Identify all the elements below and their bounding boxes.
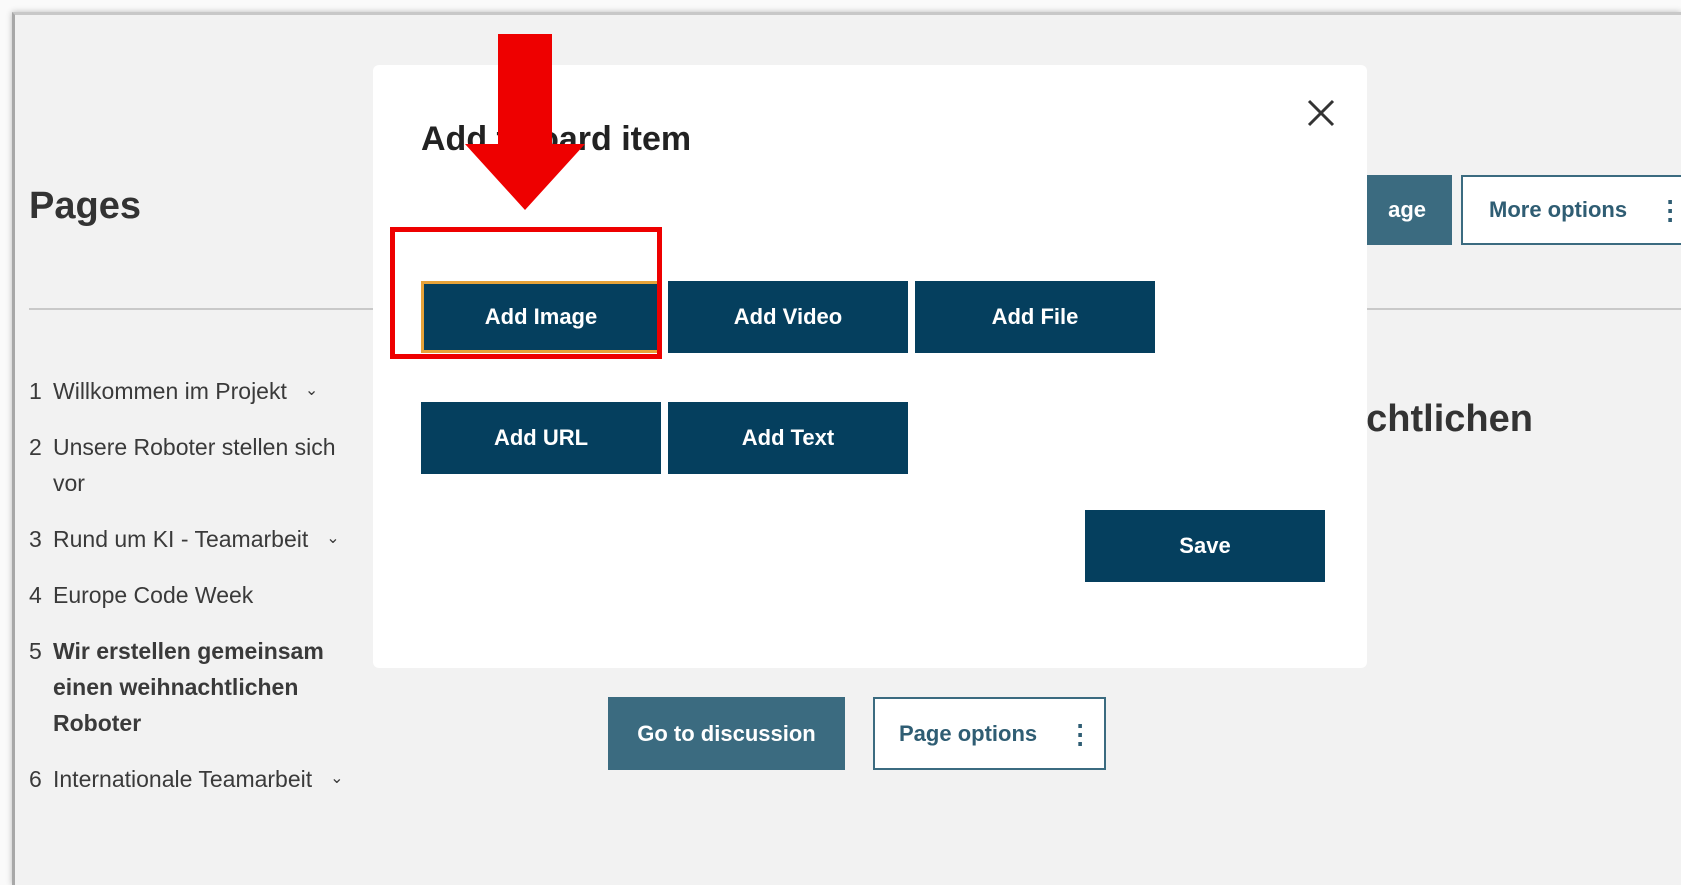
- pages-nav: 1 Willkommen im Projekt ⌄ 2 Unsere Robot…: [29, 373, 369, 817]
- page-options-label: Page options: [899, 720, 1038, 746]
- page-title: Pages: [29, 185, 141, 227]
- nav-number: 5: [29, 638, 42, 664]
- nav-item-5-active[interactable]: 5 Wir erstellen gemeinsam einen weihnach…: [29, 633, 369, 741]
- annotation-highlight-box: [390, 227, 662, 359]
- go-to-discussion-label: Go to discussion: [637, 720, 816, 746]
- nav-item-6[interactable]: 6 Internationale Teamarbeit ⌄: [29, 761, 369, 797]
- nav-label: Europe Code Week: [53, 582, 254, 608]
- nav-item-4[interactable]: 4 Europe Code Week: [29, 577, 369, 613]
- nav-label: Wir erstellen gemeinsam einen weihnachtl…: [53, 638, 324, 736]
- nav-label: Rund um KI - Teamarbeit: [53, 526, 309, 552]
- kebab-menu-icon: ⋮: [1067, 718, 1094, 749]
- go-to-discussion-button[interactable]: Go to discussion: [608, 697, 845, 770]
- chevron-down-icon[interactable]: ⌄: [330, 761, 343, 797]
- nav-label: Unsere Roboter stellen sich vor: [53, 434, 336, 496]
- page-options-button[interactable]: Page options ⋮: [873, 697, 1106, 770]
- chevron-down-icon[interactable]: ⌄: [326, 521, 339, 557]
- close-icon[interactable]: [1301, 93, 1341, 133]
- chevron-down-icon[interactable]: ⌄: [305, 373, 318, 409]
- save-button[interactable]: Save: [1085, 510, 1325, 582]
- nav-item-2[interactable]: 2 Unsere Roboter stellen sich vor: [29, 429, 369, 501]
- nav-item-3[interactable]: 3 Rund um KI - Teamarbeit ⌄: [29, 521, 369, 557]
- add-text-button[interactable]: Add Text: [668, 402, 908, 474]
- save-label: Save: [1179, 533, 1231, 558]
- screenshot-frame: Pages age More options ⋮ 1 Willkommen im…: [0, 0, 1681, 885]
- more-options-label: More options: [1489, 197, 1628, 222]
- nav-label: Internationale Teamarbeit: [53, 766, 313, 792]
- app-screen: Pages age More options ⋮ 1 Willkommen im…: [12, 12, 1681, 885]
- more-options-button[interactable]: More options ⋮: [1461, 175, 1681, 245]
- add-text-label: Add Text: [741, 425, 835, 450]
- page-heading: achtlichen: [1345, 398, 1533, 440]
- add-url-label: Add URL: [493, 425, 589, 450]
- nav-item-1[interactable]: 1 Willkommen im Projekt ⌄: [29, 373, 369, 409]
- add-file-button[interactable]: Add File: [915, 281, 1155, 353]
- nav-number: 6: [29, 766, 42, 792]
- nav-label: Willkommen im Projekt: [53, 378, 287, 404]
- add-file-label: Add File: [991, 304, 1079, 329]
- annotation-arrow-icon: [465, 34, 585, 210]
- nav-number: 3: [29, 526, 42, 552]
- add-video-button[interactable]: Add Video: [668, 281, 908, 353]
- kebab-menu-icon: ⋮: [1657, 195, 1681, 225]
- new-page-button-label: age: [1388, 197, 1426, 222]
- nav-number: 1: [29, 378, 42, 404]
- nav-number: 4: [29, 582, 42, 608]
- add-url-button[interactable]: Add URL: [421, 402, 661, 474]
- nav-number: 2: [29, 434, 42, 460]
- add-video-label: Add Video: [733, 304, 843, 329]
